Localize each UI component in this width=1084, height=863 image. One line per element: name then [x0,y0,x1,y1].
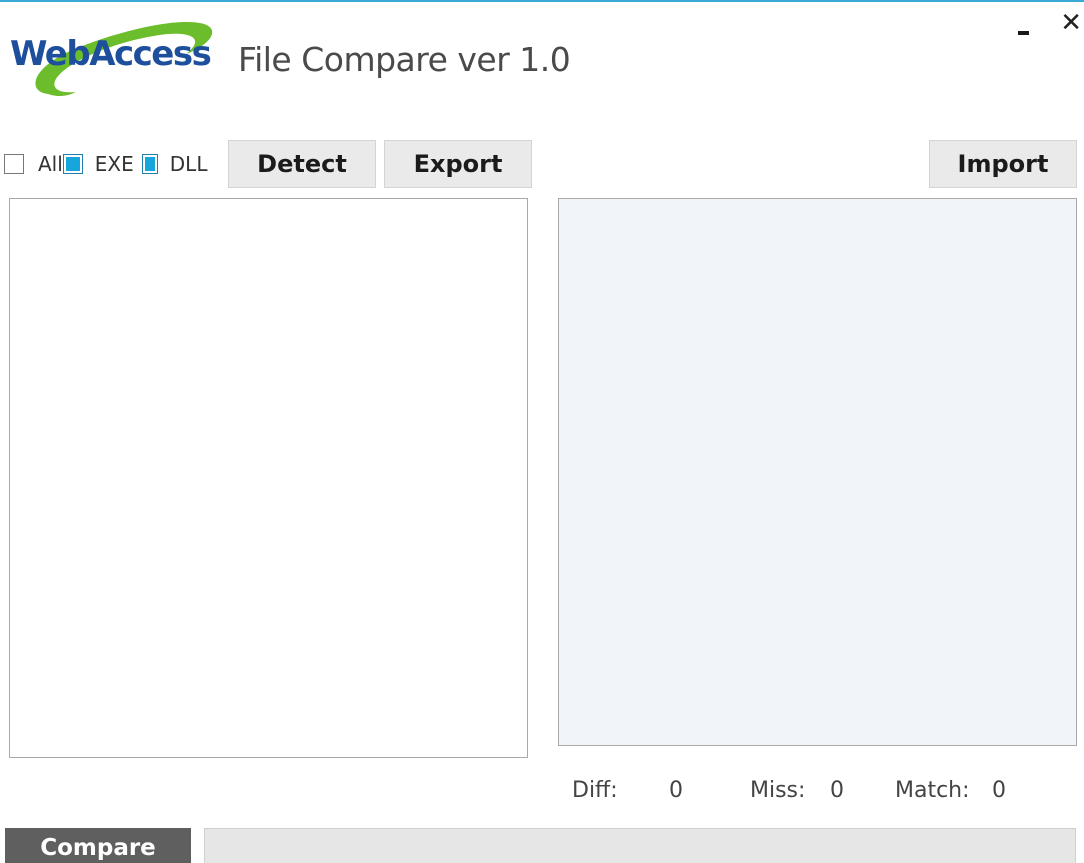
match-count: 0 [992,778,1006,803]
minimize-button[interactable] [1014,12,1034,36]
match-label: Match: [895,778,970,803]
compare-button[interactable]: Compare [5,828,191,863]
dll-checkbox-label: DLL [169,152,208,176]
logo-text: WebAccess [10,34,211,74]
diff-count: 0 [669,778,683,803]
close-button[interactable]: ✕ [1060,10,1082,36]
progress-bar [204,828,1076,863]
close-icon: ✕ [1060,8,1082,38]
file-type-filters: All EXE DLL [4,150,207,178]
exe-checkbox[interactable] [62,154,83,174]
webaccess-logo: WebAccess [10,22,213,97]
exe-checkbox-label: EXE [94,152,134,176]
export-button[interactable]: Export [384,140,532,188]
all-checkbox-label: All [38,152,63,176]
app-window: WebAccess File Compare ver 1.0 ✕ All EXE… [0,0,1084,863]
minimize-icon [1018,31,1029,35]
import-button[interactable]: Import [929,140,1077,188]
miss-count: 0 [830,778,844,803]
imported-files-list[interactable] [558,198,1077,746]
all-checkbox[interactable] [4,154,24,174]
diff-label: Diff: [572,778,618,803]
detected-files-list[interactable] [9,198,528,758]
app-title: File Compare ver 1.0 [238,40,571,79]
dll-checkbox[interactable] [141,154,158,174]
miss-label: Miss: [750,778,806,803]
detect-button[interactable]: Detect [228,140,376,188]
